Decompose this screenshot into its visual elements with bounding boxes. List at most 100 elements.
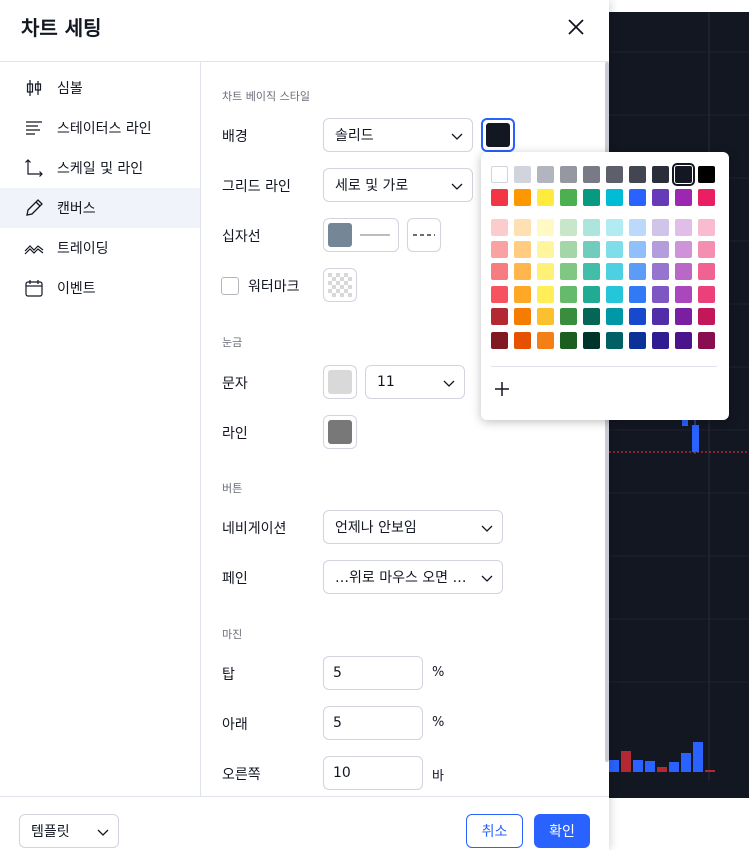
font-size-select[interactable]: 11 [365, 365, 465, 399]
watermark-color-button[interactable] [323, 268, 357, 302]
color-swatch[interactable] [560, 332, 577, 349]
color-swatch[interactable] [606, 263, 623, 280]
navigation-select[interactable]: 언제나 안보임 [323, 510, 503, 544]
sidebar-item-canvas[interactable]: 캔버스 [0, 188, 200, 228]
sidebar-item-status-line[interactable]: 스테이터스 라인 [0, 108, 200, 148]
top-margin-input[interactable]: 5 [323, 656, 423, 690]
color-swatch[interactable] [652, 241, 669, 258]
color-swatch[interactable] [583, 189, 600, 206]
color-swatch[interactable] [675, 189, 692, 206]
color-swatch[interactable] [629, 189, 646, 206]
color-swatch[interactable] [491, 166, 508, 183]
crosshair-line-style-button[interactable] [407, 218, 441, 252]
ok-button[interactable]: 확인 [534, 814, 590, 848]
color-swatch[interactable] [560, 241, 577, 258]
color-swatch[interactable] [652, 219, 669, 236]
color-swatch[interactable] [491, 241, 508, 258]
color-swatch[interactable] [652, 263, 669, 280]
color-swatch[interactable] [606, 286, 623, 303]
color-swatch[interactable] [560, 286, 577, 303]
color-swatch[interactable] [583, 241, 600, 258]
color-swatch[interactable] [583, 332, 600, 349]
color-swatch[interactable] [583, 263, 600, 280]
color-swatch[interactable] [537, 219, 554, 236]
color-swatch[interactable] [491, 189, 508, 206]
color-swatch[interactable] [698, 241, 715, 258]
color-swatch[interactable] [514, 189, 531, 206]
grid-lines-select[interactable]: 세로 및 가로 [323, 168, 473, 202]
pane-select[interactable]: …위로 마우스 오면 … [323, 560, 503, 594]
color-swatch[interactable] [629, 166, 646, 183]
color-swatch[interactable] [491, 308, 508, 325]
color-swatch[interactable] [652, 332, 669, 349]
color-swatch[interactable] [652, 189, 669, 206]
color-swatch[interactable] [652, 286, 669, 303]
watermark-checkbox[interactable] [221, 277, 239, 295]
color-swatch[interactable] [652, 166, 669, 183]
line-color-button[interactable] [323, 415, 357, 449]
color-swatch[interactable] [583, 308, 600, 325]
color-swatch[interactable] [491, 332, 508, 349]
color-swatch[interactable] [629, 241, 646, 258]
color-swatch[interactable] [514, 308, 531, 325]
color-swatch[interactable] [675, 332, 692, 349]
color-swatch[interactable] [537, 241, 554, 258]
close-icon[interactable] [561, 12, 591, 42]
color-swatch[interactable] [537, 286, 554, 303]
sidebar-item-symbol[interactable]: 심볼 [0, 68, 200, 108]
color-swatch[interactable] [514, 166, 531, 183]
color-swatch[interactable] [629, 332, 646, 349]
color-swatch[interactable] [537, 189, 554, 206]
right-margin-input[interactable]: 10 [323, 756, 423, 790]
color-swatch[interactable] [537, 263, 554, 280]
color-swatch[interactable] [606, 166, 623, 183]
color-swatch[interactable] [560, 189, 577, 206]
color-swatch[interactable] [491, 263, 508, 280]
color-swatch[interactable] [560, 219, 577, 236]
color-swatch[interactable] [629, 308, 646, 325]
color-swatch[interactable] [537, 308, 554, 325]
color-swatch[interactable] [583, 166, 600, 183]
color-swatch[interactable] [652, 308, 669, 325]
color-swatch[interactable] [629, 263, 646, 280]
color-swatch[interactable] [675, 286, 692, 303]
cancel-button[interactable]: 취소 [466, 814, 523, 848]
color-swatch[interactable] [698, 286, 715, 303]
text-color-button[interactable] [323, 365, 357, 399]
color-swatch[interactable] [698, 166, 715, 183]
color-swatch[interactable] [537, 166, 554, 183]
color-swatch[interactable] [606, 219, 623, 236]
sidebar-item-events[interactable]: 이벤트 [0, 268, 200, 308]
color-swatch[interactable] [514, 241, 531, 258]
color-swatch[interactable] [629, 286, 646, 303]
background-color-button[interactable] [481, 118, 515, 152]
color-swatch[interactable] [514, 219, 531, 236]
color-swatch[interactable] [675, 308, 692, 325]
crosshair-style-button[interactable] [323, 218, 399, 252]
color-swatch[interactable] [491, 286, 508, 303]
template-select[interactable]: 템플릿 [19, 814, 119, 848]
color-swatch[interactable] [698, 308, 715, 325]
color-swatch[interactable] [560, 308, 577, 325]
color-swatch[interactable] [560, 166, 577, 183]
color-swatch[interactable] [583, 219, 600, 236]
color-swatch[interactable] [698, 263, 715, 280]
color-swatch[interactable] [514, 332, 531, 349]
add-custom-color-button[interactable] [491, 378, 513, 400]
sidebar-item-trading[interactable]: 트레이딩 [0, 228, 200, 268]
color-swatch[interactable] [606, 332, 623, 349]
background-type-select[interactable]: 솔리드 [323, 118, 473, 152]
color-swatch[interactable] [675, 263, 692, 280]
color-swatch[interactable] [514, 263, 531, 280]
color-swatch[interactable] [698, 219, 715, 236]
color-swatch[interactable] [606, 189, 623, 206]
color-swatch[interactable] [606, 308, 623, 325]
color-swatch[interactable] [560, 263, 577, 280]
color-swatch[interactable] [672, 163, 695, 186]
color-swatch[interactable] [537, 332, 554, 349]
sidebar-item-scales[interactable]: 스케일 및 라인 [0, 148, 200, 188]
color-swatch[interactable] [491, 219, 508, 236]
bottom-margin-input[interactable]: 5 [323, 706, 423, 740]
color-swatch[interactable] [583, 286, 600, 303]
color-swatch[interactable] [606, 241, 623, 258]
